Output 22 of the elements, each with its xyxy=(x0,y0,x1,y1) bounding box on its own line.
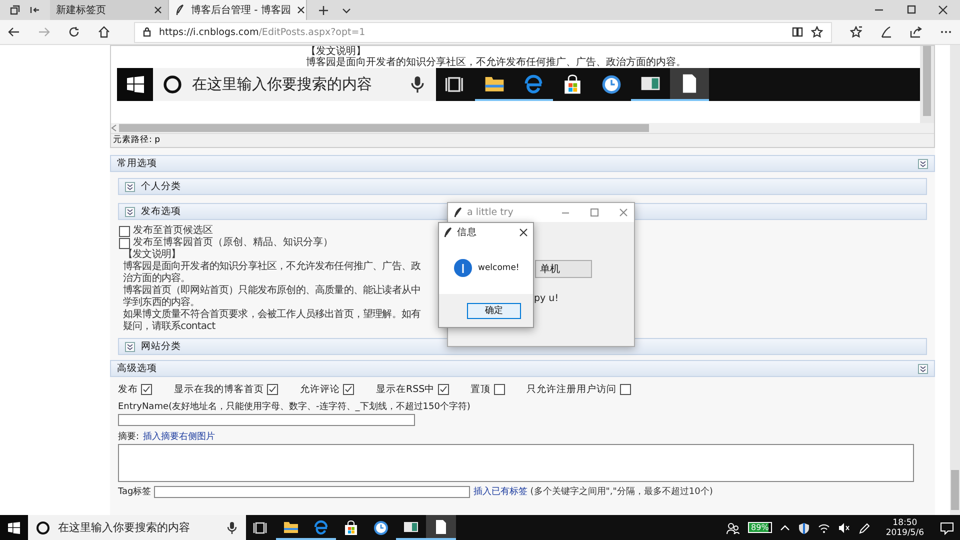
dialog-title: 信息 xyxy=(457,226,478,239)
field-label: EntryName(友好地址名，只能使用字母、数字、-连字符、_下划线，不超过150个字符) xyxy=(117,400,472,413)
dialog-message: welcome! xyxy=(478,263,520,273)
field-label: 摘要: xyxy=(118,430,140,443)
tag-hint: (多个关键字之间用","分隔，最多不超过10个) xyxy=(530,486,713,498)
note-text: 如果博文质量不符合首页要求，会被工作人员移出首页，望理解。如有疑问，请联系contact xyxy=(123,309,422,333)
field-label: Tag标签 xyxy=(118,486,152,498)
window-text: py u! xyxy=(534,293,559,304)
note-text: 【发文说明】 xyxy=(123,249,182,260)
option-label: 允许评论 xyxy=(300,383,340,396)
option-label: 显示在我的博客首页 xyxy=(174,383,264,396)
editor-text: 博客园是面向开发者的知识分享社区，不允许发布任何推广、广告、政治方面的内容。 xyxy=(305,57,687,68)
note-text: 博客园首页（即网站首页）只能发布原创的、高质量的、能让读者从中学到东西的内容。 xyxy=(123,285,422,308)
checkbox-label: 发布至博客园首页（原创、精品、知识分享） xyxy=(133,237,333,248)
element-path: 元素路径: p xyxy=(111,133,934,147)
checkbox-label: 发布至首页候选区 xyxy=(133,225,213,236)
window-title: a little try xyxy=(467,207,514,218)
option-label: 发布 xyxy=(118,383,138,396)
option-label: 显示在RSS中 xyxy=(376,383,435,396)
option-label: 置顶 xyxy=(470,383,491,396)
note-text: 博客园是面向开发者的知识分享社区，不允许发布任何推广、广告、政治方面的内容。 xyxy=(123,261,422,284)
option-label: 只允许注册用户访问 xyxy=(526,383,617,396)
